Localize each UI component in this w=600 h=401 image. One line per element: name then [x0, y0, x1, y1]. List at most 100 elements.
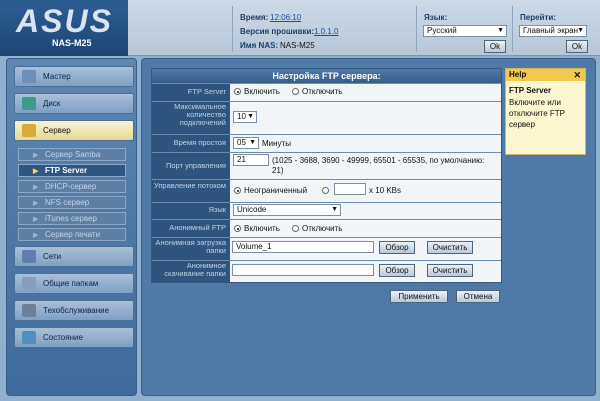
subitem-label: iTunes сервер — [45, 214, 97, 223]
sidebar-item-label: Мастер — [43, 72, 71, 81]
subitem-label: FTP Server — [45, 166, 88, 175]
subitem-label: Сервер печати — [45, 230, 101, 239]
chevron-down-icon: ▼ — [497, 27, 504, 34]
apply-button[interactable]: Применить — [390, 290, 448, 303]
sidebar-item-server[interactable]: Сервер — [14, 120, 134, 141]
help-header-label: Help — [509, 70, 527, 79]
wand-icon — [22, 70, 36, 83]
radio-label: Отключить — [302, 87, 343, 96]
select-value: 05 — [237, 138, 246, 147]
goto-select[interactable]: Главный экран ▼ — [519, 25, 587, 37]
radio-on — [234, 187, 241, 194]
subitem-itunes[interactable]: ▶ iTunes сервер — [18, 212, 126, 225]
anon-upload-clear-button[interactable]: Очистить — [427, 241, 473, 254]
sidebar-item-maintenance[interactable]: Техобслуживание — [14, 300, 134, 321]
nas-name-label: Имя NAS: — [240, 41, 279, 50]
language-label: Язык: — [424, 13, 448, 22]
logo-area: ASUS NAS-M25 — [0, 0, 128, 56]
radio-label: Включить — [244, 224, 280, 233]
firmware-link[interactable]: 1.0.1.0 — [314, 27, 338, 36]
help-body: Включите или отключите FTP сервер — [509, 98, 565, 129]
time-link[interactable]: 12:06:10 — [270, 13, 301, 22]
cancel-button[interactable]: Отмена — [456, 290, 500, 303]
close-icon[interactable]: ✕ — [573, 69, 581, 81]
ftp-disable-radio[interactable]: Отключить — [292, 87, 342, 96]
share-icon — [22, 277, 36, 290]
chevron-down-icon: ▼ — [249, 139, 256, 146]
sidebar-item-label: Состояние — [43, 333, 83, 342]
subitem-ftp[interactable]: ▶ FTP Server — [18, 164, 126, 177]
arrow-right-icon: ▶ — [33, 168, 39, 175]
anon-download-input[interactable] — [232, 264, 374, 276]
anon-upload-browse-button[interactable]: Обзор — [379, 241, 415, 254]
idle-select[interactable]: 05 ▼ — [233, 137, 259, 149]
radio-off — [292, 88, 299, 95]
goto-select-value: Главный экран — [523, 26, 579, 35]
language-select-value: Русский — [427, 26, 457, 35]
nas-name-value: NAS-M25 — [280, 41, 315, 50]
anon-label: Анонимный FTP — [152, 224, 229, 232]
help-header: Help ✕ — [506, 69, 585, 81]
arrow-right-icon: ▶ — [33, 200, 39, 207]
sidebar-item-label: Техобслуживание — [43, 306, 110, 315]
row-value-bg — [230, 102, 501, 134]
idle-unit: Минуты — [262, 139, 291, 148]
ftp-settings-panel: Настройка FTP сервера: FTP Server Включи… — [151, 68, 502, 283]
subitem-nfs[interactable]: ▶ NFS сервер — [18, 196, 126, 209]
subitem-label: DHCP-сервер — [45, 182, 97, 191]
help-panel: Help ✕ FTP Server Включите или отключите… — [505, 68, 586, 155]
anon-upload-input[interactable]: Volume_1 — [232, 241, 374, 253]
help-title: FTP Server — [509, 86, 552, 95]
ftp-language-select[interactable]: Unicode ▼ — [233, 204, 341, 216]
anon-download-browse-button[interactable]: Обзор — [379, 264, 415, 277]
radio-on — [234, 225, 241, 232]
sidebar-item-label: Общие папкам — [43, 279, 99, 288]
radio-off — [322, 187, 329, 194]
sidebar-item-status[interactable]: Состояние — [14, 327, 134, 348]
sidebar-item-label: Сервер — [43, 126, 71, 135]
subitem-label: NFS сервер — [45, 198, 90, 207]
sidebar-item-wizard[interactable]: Мастер — [14, 66, 134, 87]
anon-upload-label: Анонимная загрузка папки — [152, 239, 229, 257]
time-label: Время: — [240, 13, 269, 22]
disk-icon — [22, 97, 36, 110]
sidebar-item-share[interactable]: Общие папкам — [14, 273, 134, 294]
subitem-print[interactable]: ▶ Сервер печати — [18, 228, 126, 241]
anon-download-clear-button[interactable]: Очистить — [427, 264, 473, 277]
server-icon — [22, 124, 36, 137]
arrow-right-icon: ▶ — [33, 184, 39, 191]
max-conn-select[interactable]: 10 ▼ — [233, 111, 257, 123]
lang-label: Язык — [152, 206, 229, 214]
language-ok-button[interactable]: Ok — [484, 40, 506, 53]
subitem-samba[interactable]: ▶ Сервер Samba — [18, 148, 126, 161]
sidebar-item-disk[interactable]: Диск — [14, 93, 134, 114]
arrow-right-icon: ▶ — [33, 232, 39, 239]
max-conn-label: Максимальное количество подключений — [152, 103, 229, 133]
panel-title: Настройка FTP сервера: — [152, 69, 501, 83]
sidebar-item-label: Диск — [43, 99, 61, 108]
select-value: 10 — [237, 112, 246, 121]
goto-ok-button[interactable]: Ok — [566, 40, 588, 53]
header-separator — [232, 6, 233, 52]
port-hint: (1025 - 3688, 3690 - 49999, 65501 - 6553… — [272, 156, 485, 175]
select-value: Unicode — [237, 205, 267, 214]
goto-label: Перейти: — [520, 13, 556, 22]
header-separator — [512, 6, 513, 52]
subitem-dhcp[interactable]: ▶ DHCP-сервер — [18, 180, 126, 193]
idle-label: Время простоя — [152, 139, 229, 147]
anon-enable-radio[interactable]: Включить — [234, 224, 280, 233]
language-select[interactable]: Русский ▼ — [423, 25, 507, 37]
flow-label: Управление потоком — [152, 182, 229, 200]
anon-disable-radio[interactable]: Отключить — [292, 224, 342, 233]
port-input[interactable]: 21 — [233, 154, 269, 166]
flow-unit: x 10 KBs — [369, 186, 402, 195]
sidebar-item-network[interactable]: Сети — [14, 246, 134, 267]
ftp-enable-radio[interactable]: Включить — [234, 87, 280, 96]
anon-download-label: Анонимное скачивание папки — [152, 262, 229, 280]
flow-unlimited-radio[interactable]: Неограниченный — [234, 186, 307, 195]
subitem-label: Сервер Samba — [45, 150, 101, 159]
flow-limit-radio[interactable] — [322, 186, 332, 195]
radio-label: Отключить — [302, 224, 343, 233]
flow-limit-input[interactable] — [334, 183, 366, 195]
firmware-label: Версия прошивки: — [240, 27, 315, 36]
